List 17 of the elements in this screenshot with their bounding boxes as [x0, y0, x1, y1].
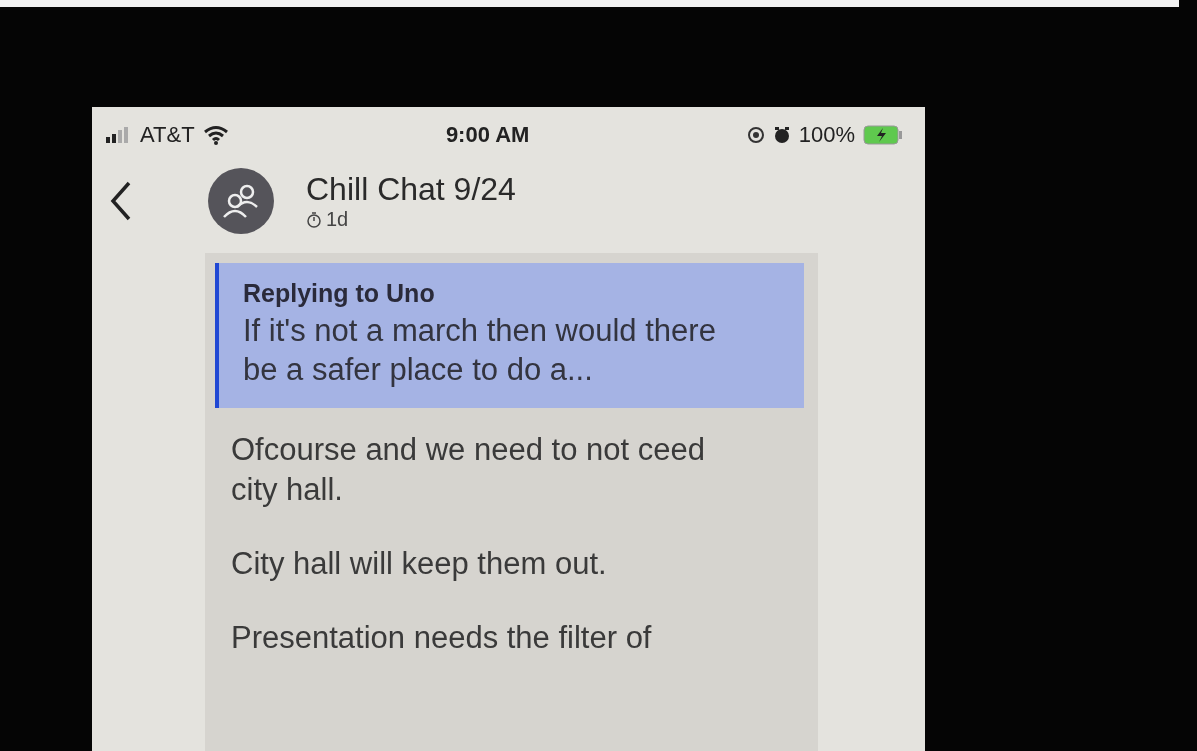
quoted-text: If it's not a march then would there be a safer place to do a...	[243, 312, 717, 389]
back-icon[interactable]	[110, 181, 132, 221]
battery-icon	[863, 125, 903, 145]
carrier-name: AT&T	[140, 122, 195, 148]
battery-percent: 100%	[798, 122, 855, 148]
alarm-icon	[772, 126, 791, 144]
chat-title: Chill Chat 9/24	[306, 171, 516, 208]
clock-time: 9:00 AM	[445, 122, 530, 148]
message-text: Ofcourse and we need to not ceed city hall.	[231, 430, 706, 509]
wifi-icon	[202, 125, 229, 145]
disappearing-timer: 1d	[326, 208, 349, 231]
timer-icon	[306, 211, 322, 228]
reply-label: Replying to Uno	[243, 279, 436, 308]
message-text: City hall will keep them out.	[231, 545, 608, 584]
reply-quote[interactable]: Replying to Uno If it's not a march then would there be a safer place to do a...	[215, 263, 804, 408]
rotation-lock-icon	[746, 126, 765, 144]
message-text: Presentation needs the filter of	[231, 619, 653, 658]
